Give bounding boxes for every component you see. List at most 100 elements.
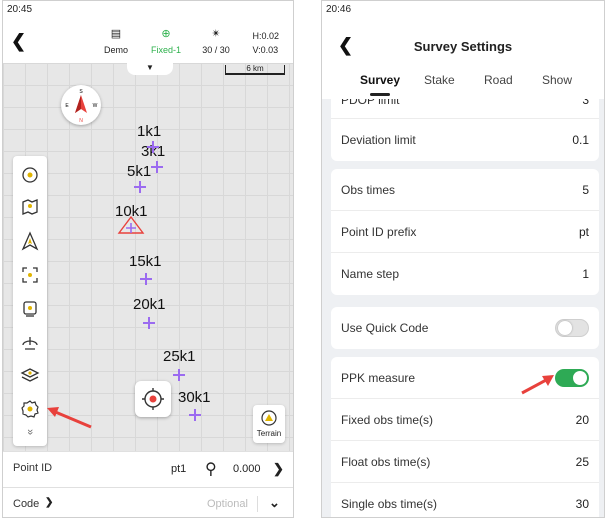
page-title: Survey Settings xyxy=(413,39,513,54)
tab-stake[interactable]: Stake xyxy=(424,73,455,87)
ppk-measure-toggle[interactable] xyxy=(555,369,589,387)
status-bar: 20:46 xyxy=(322,1,604,19)
status-bar: 20:45 xyxy=(3,1,293,19)
deviation-limit-label: Deviation limit xyxy=(341,133,416,147)
point-marker[interactable] xyxy=(173,369,185,381)
map-screen: 20:45 ❮ ▤ Demo ⊕ Fixed-1 ✴ 30 / 30 H:0.0… xyxy=(2,0,294,518)
status-time: 20:45 xyxy=(7,4,33,15)
tab-survey[interactable]: Survey xyxy=(360,73,400,87)
crosshair-icon: ⊕ xyxy=(161,28,171,40)
layers-button[interactable] xyxy=(19,364,41,386)
point-label: 1k1 xyxy=(137,123,162,140)
map-view[interactable]: ▼ 6 km S N E W » 1k1 3k1 5k1 10k1 15k1 2… xyxy=(3,63,293,451)
code-label: Code xyxy=(13,498,40,510)
settings-header: ❮ Survey Settings Survey Stake Road Show xyxy=(322,19,604,99)
fixed-obs-time-label: Fixed obs time(s) xyxy=(341,413,434,427)
antenna-height-icon: ⚲ xyxy=(205,461,217,478)
satellite-indicator[interactable]: ✴ 30 / 30 xyxy=(191,27,241,55)
single-obs-time-label: Single obs time(s) xyxy=(341,497,438,511)
point-marker[interactable] xyxy=(143,317,155,329)
point-marker[interactable] xyxy=(147,141,159,153)
satellite-icon: ✴ xyxy=(211,28,221,40)
pdop-limit-label: PDOP limit xyxy=(341,99,400,107)
layers-icon xyxy=(20,368,40,382)
tab-show[interactable]: Show xyxy=(542,73,572,87)
point-label: 20k1 xyxy=(133,296,166,313)
antenna-height-value[interactable]: 0.000 xyxy=(233,463,261,475)
map-icon xyxy=(22,199,38,215)
obs-times-label: Obs times xyxy=(341,183,396,197)
quick-code-label: Use Quick Code xyxy=(341,321,429,335)
target-icon xyxy=(22,167,38,183)
current-position-icon xyxy=(117,215,145,234)
compass-w: W xyxy=(93,103,98,109)
locate-button[interactable] xyxy=(135,381,171,417)
code-input[interactable]: Optional xyxy=(207,498,248,510)
obs-times-row[interactable]: Obs times 5 xyxy=(331,169,599,211)
compass-e: E xyxy=(65,103,69,109)
terrain-icon xyxy=(261,410,277,426)
fix-status-indicator[interactable]: ⊕ Fixed-1 xyxy=(141,27,191,55)
deviation-limit-row[interactable]: Deviation limit 0.1 xyxy=(331,119,599,161)
ppk-measure-label: PPK measure xyxy=(341,371,416,385)
record-point-button[interactable] xyxy=(19,164,41,186)
deviation-limit-value: 0.1 xyxy=(572,133,589,147)
quick-code-card: Use Quick Code xyxy=(331,307,599,349)
project-icon: ▤ xyxy=(110,28,122,40)
precision-readout[interactable]: H:0.02 V:0.03 xyxy=(252,29,279,57)
h-precision: H:0.02 xyxy=(252,31,279,41)
divider xyxy=(257,496,258,512)
navigation-arrow-icon xyxy=(21,231,39,251)
pdop-limit-value: 3 xyxy=(582,99,589,107)
code-chevron-icon[interactable]: ❯ xyxy=(45,497,53,508)
point-id-prefix-label: Point ID prefix xyxy=(341,225,417,239)
code-row: Code ❯ Optional ⌄ xyxy=(3,487,293,517)
name-step-row[interactable]: Name step 1 xyxy=(331,253,599,295)
single-obs-time-row[interactable]: Single obs time(s) 30 xyxy=(331,483,599,517)
back-button[interactable]: ❮ xyxy=(11,31,26,52)
fixed-obs-time-row[interactable]: Fixed obs time(s) 20 xyxy=(331,399,599,441)
status-time: 20:46 xyxy=(326,4,352,15)
point-marker[interactable] xyxy=(134,181,146,193)
navigate-button[interactable] xyxy=(19,230,41,252)
name-step-value: 1 xyxy=(582,267,589,281)
scale-bar: 6 km xyxy=(225,65,285,75)
survey-header: ❮ ▤ Demo ⊕ Fixed-1 ✴ 30 / 30 H:0.02 V:0.… xyxy=(3,19,293,63)
point-marker[interactable] xyxy=(189,409,201,421)
locate-icon xyxy=(142,388,164,410)
map-layers-button[interactable] xyxy=(19,196,41,218)
satellite-count: 30 / 30 xyxy=(202,45,230,55)
device-button[interactable] xyxy=(19,298,41,320)
pdop-limit-row[interactable]: PDOP limit 3 xyxy=(331,99,599,119)
zoom-extent-button[interactable] xyxy=(19,264,41,286)
scale-label: 6 km xyxy=(246,64,264,73)
collapse-handle[interactable]: ▼ xyxy=(127,63,173,75)
point-id-field[interactable]: pt1 xyxy=(171,463,186,475)
quick-code-toggle[interactable] xyxy=(555,319,589,337)
compass-s: S xyxy=(79,89,83,95)
compass-icon: S N E W xyxy=(65,89,98,124)
project-label: Demo xyxy=(103,45,128,55)
chevron-right-icon[interactable]: ❯ xyxy=(273,461,284,477)
point-marker[interactable] xyxy=(151,161,163,173)
point-label: 5k1 xyxy=(127,163,152,180)
toolbar-expand-icon[interactable]: » xyxy=(24,415,36,449)
annotation-arrow xyxy=(521,375,554,395)
compass[interactable]: S N E W xyxy=(61,85,101,125)
point-label: 25k1 xyxy=(163,348,196,365)
name-step-label: Name step xyxy=(341,267,400,281)
point-marker[interactable] xyxy=(140,273,152,285)
active-tab-indicator xyxy=(370,93,390,96)
point-id-prefix-row[interactable]: Point ID prefix pt xyxy=(331,211,599,253)
point-label: 15k1 xyxy=(129,253,162,270)
project-indicator[interactable]: ▤ Demo xyxy=(91,27,141,55)
terrain-button[interactable]: Terrain xyxy=(253,405,285,443)
fix-status-label: Fixed-1 xyxy=(150,45,181,55)
chevron-down-icon[interactable]: ⌄ xyxy=(269,495,280,511)
tab-bar: Survey Stake Road Show xyxy=(322,73,604,97)
fixed-obs-time-value: 20 xyxy=(575,413,589,427)
tab-road[interactable]: Road xyxy=(484,73,513,87)
fit-extent-icon xyxy=(22,267,38,283)
float-obs-time-row[interactable]: Float obs time(s) 25 xyxy=(331,441,599,483)
antenna-button[interactable] xyxy=(19,332,41,354)
